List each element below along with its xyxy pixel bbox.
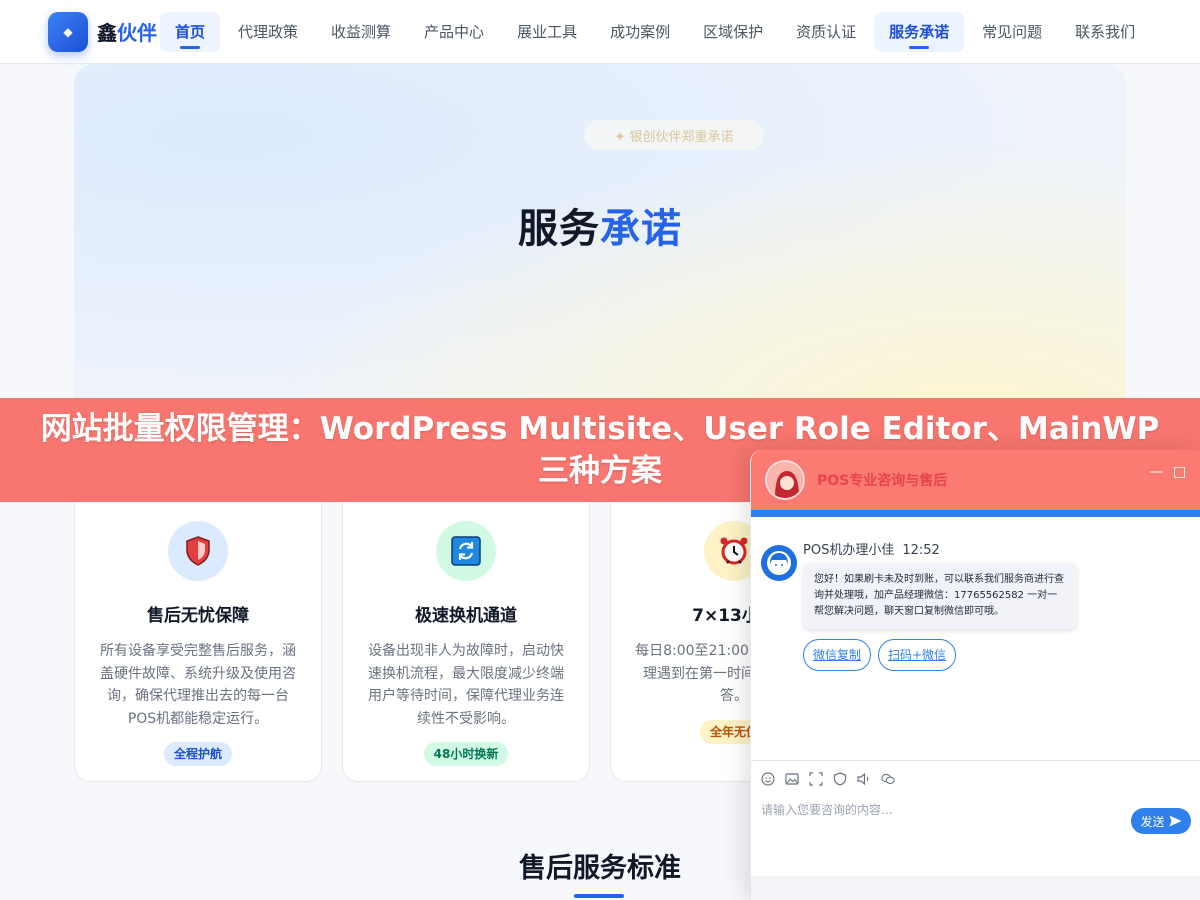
section-underline	[574, 894, 624, 898]
chat-title: POS专业咨询与售后	[817, 473, 948, 489]
message-list: POS机办理小佳 12:52 您好！如果刷卡未及时到账，可以联系我们服务商进行查询…	[751, 517, 1200, 767]
nav-item-home[interactable]: 首页	[160, 11, 221, 52]
message-time: 12:52	[902, 543, 940, 558]
agent-avatar	[761, 545, 797, 581]
scan-wechat-button[interactable]: 扫码+微信	[878, 639, 957, 671]
nav-item-agent-policy[interactable]: 代理政策	[223, 12, 313, 52]
minimize-icon[interactable]: —	[1149, 465, 1163, 479]
send-button[interactable]: 发送	[1131, 808, 1191, 834]
shield-icon	[168, 521, 228, 581]
screenshot-icon[interactable]	[809, 771, 823, 786]
card-description: 设备出现非人为故障时，启动快速换机流程，最大限度减少终端用户等待时间，保障代理业…	[368, 643, 564, 727]
chat-accent-bar	[751, 510, 1200, 517]
card-title: 极速换机通道	[415, 606, 517, 626]
swap-icon	[436, 521, 496, 581]
chat-message-input[interactable]	[761, 800, 1121, 820]
nav-item-income-calc[interactable]: 收益测算	[316, 12, 406, 52]
nav-item-products[interactable]: 产品中心	[409, 12, 499, 52]
maximize-icon[interactable]: □	[1173, 465, 1187, 479]
chat-footer	[751, 876, 1200, 900]
voice-icon[interactable]	[857, 772, 871, 786]
message-meta: POS机办理小佳 12:52	[803, 539, 940, 558]
nav-item-service-promise[interactable]: 服务承诺	[874, 11, 965, 52]
page-title: 服务承诺	[518, 206, 682, 252]
card-tag: 48小时换新	[423, 742, 509, 766]
top-nav: ◆ 鑫伙伴 首页 代理政策 收益测算 产品中心 展业工具 成功案例 区域保护 资…	[0, 0, 1200, 64]
copy-wechat-button[interactable]: 微信复制	[803, 639, 872, 671]
image-icon[interactable]	[785, 772, 799, 786]
emoji-icon[interactable]	[761, 771, 775, 786]
brand-name: 鑫伙伴	[97, 21, 157, 45]
card-description: 所有设备享受完整售后服务，涵盖硬件故障、系统升级及使用咨询，确保代理推出去的每一…	[100, 643, 296, 727]
chat-header[interactable]: POS专业咨询与售后 — □	[751, 450, 1200, 510]
feature-card-aftersales: 售后无忧保障 所有设备享受完整售后服务，涵盖硬件故障、系统升级及使用咨询，确保代…	[74, 490, 322, 782]
rate-icon[interactable]	[833, 771, 847, 786]
feature-card-swap: 极速换机通道 设备出现非人为故障时，启动快速换机流程，最大限度减少终端用户等待时…	[342, 490, 590, 782]
card-title: 售后无忧保障	[147, 606, 249, 626]
nav-item-tools[interactable]: 展业工具	[502, 12, 592, 52]
nav-item-region[interactable]: 区域保护	[688, 12, 778, 52]
nav-item-faq[interactable]: 常见问题	[967, 12, 1057, 52]
agent-name: POS机办理小佳	[803, 543, 895, 558]
chat-widget: POS专业咨询与售后 — □ POS机办理小佳 12:52 您好！如果刷卡未及时到…	[750, 450, 1200, 900]
wechat-icon[interactable]	[881, 772, 895, 786]
send-icon	[1169, 815, 1181, 827]
support-avatar	[765, 460, 805, 500]
chat-toolbar	[751, 760, 1200, 796]
nav-item-contact[interactable]: 联系我们	[1060, 12, 1150, 52]
card-tag: 全程护航	[163, 742, 232, 766]
message-bubble: 您好！如果刷卡未及时到账，可以联系我们服务商进行查询并处理哦，加产品经理微信：1…	[803, 563, 1077, 629]
hero-badge: ✦ 银创伙伴郑重承诺	[584, 120, 764, 150]
nav-item-certification[interactable]: 资质认证	[781, 12, 871, 52]
nav-item-cases[interactable]: 成功案例	[595, 12, 685, 52]
logo-icon: ◆	[48, 11, 88, 52]
logo[interactable]: ◆ 鑫伙伴	[48, 11, 166, 52]
main-nav: 首页 代理政策 收益测算 产品中心 展业工具 成功案例 区域保护 资质认证 服务…	[160, 11, 1153, 52]
send-label: 发送	[1140, 814, 1165, 829]
